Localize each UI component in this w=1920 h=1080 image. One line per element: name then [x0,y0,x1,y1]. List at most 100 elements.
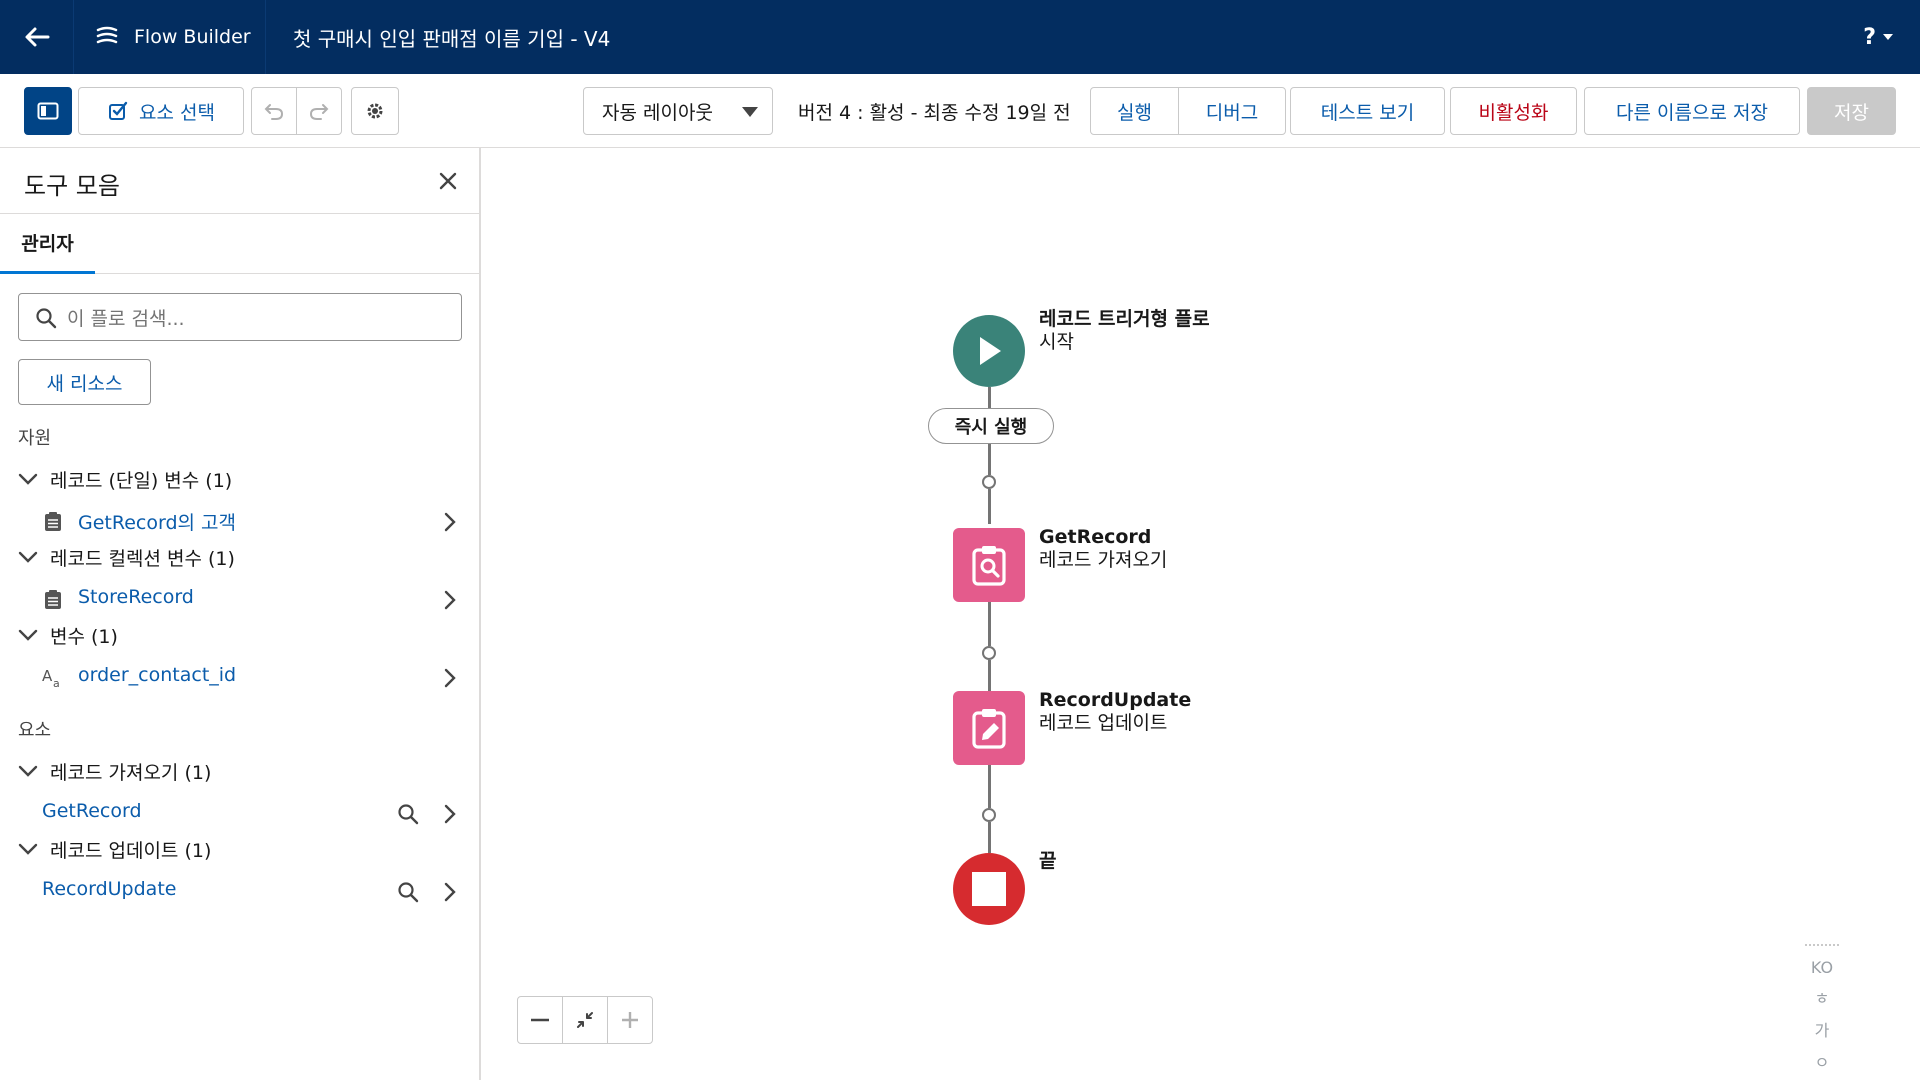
group-get-records[interactable]: 레코드 가져오기 (1) [18,756,211,786]
add-element-connector[interactable] [982,646,996,660]
flow-canvas[interactable]: 레코드 트리거형 플로 시작 즉시 실행 GetRecord 레코드 가져오기 … [483,148,1920,1080]
test-view-button[interactable]: 테스트 보기 [1290,87,1445,135]
search-input[interactable]: 이 플로 검색... [18,293,462,341]
toolbox-title: 도구 모음 [24,172,120,200]
get-record-title: GetRecord [1039,526,1152,548]
contract-icon [577,1012,593,1028]
zoom-out-button[interactable] [517,996,563,1044]
ime-language-widget[interactable]: KO ㅎ 가 ㅇ [1805,944,1839,1080]
svg-text:A: A [42,667,53,685]
version-status: 버전 4 : 활성 - 최종 수정 19일 전 [798,101,1071,124]
toggle-toolbox-button[interactable] [24,87,72,135]
search-icon[interactable] [397,803,419,825]
element-item-label: RecordUpdate [42,878,177,900]
app-brand: Flow Builder [94,0,251,74]
flow-title: 첫 구매시 인입 판매점 이름 기입 - V4 [293,26,611,51]
start-node-title: 레코드 트리거형 플로 [1039,308,1210,330]
caret-down-icon [742,107,758,117]
resources-section-label: 자원 [18,428,52,449]
group-label: 레코드 (단일) 변수 (1) [50,469,233,492]
layout-select[interactable]: 자동 레이아웃 [583,87,773,135]
connector-line [988,489,991,524]
run-button[interactable]: 실행 [1090,87,1179,135]
elements-section-label: 요소 [18,720,52,741]
chevron-down-icon [18,473,38,485]
toolbox-header: 도구 모음 [0,148,479,214]
group-record-single-variable[interactable]: 레코드 (단일) 변수 (1) [18,464,232,494]
chevron-down-icon [18,843,38,855]
chevron-right-icon [444,590,456,610]
group-label: 레코드 업데이트 (1) [50,839,212,862]
get-record-node[interactable] [953,528,1025,602]
record-update-subtitle: 레코드 업데이트 [1039,712,1168,734]
get-record-subtitle: 레코드 가져오기 [1039,549,1168,571]
app-name: Flow Builder [134,26,251,48]
record-update-node[interactable] [953,691,1025,765]
chevron-right-icon [444,804,456,824]
redo-button[interactable] [296,87,342,135]
help-menu-button[interactable]: ? [1863,0,1894,74]
add-element-connector[interactable] [982,808,996,822]
start-node-label: 레코드 트리거형 플로 시작 [1039,308,1210,354]
list-item[interactable]: GetRecord의 고객 [0,502,479,540]
flow-settings-button[interactable] [351,87,399,135]
start-node[interactable] [953,315,1025,387]
list-item[interactable]: StoreRecord [0,580,479,618]
get-records-icon [972,546,1006,586]
end-node[interactable] [953,853,1025,925]
debug-button[interactable]: 디버그 [1178,87,1286,135]
resource-item-label: order_contact_id [78,664,237,686]
caret-down-icon [1883,34,1893,40]
gear-icon [367,103,383,119]
run-immediately-path[interactable]: 즉시 실행 [928,408,1054,444]
record-icon [45,512,61,531]
save-as-button[interactable]: 다른 이름으로 저장 [1584,87,1800,135]
group-record-collection-variable[interactable]: 레코드 컬렉션 변수 (1) [18,542,235,572]
close-icon[interactable] [437,170,459,192]
undo-button[interactable] [251,87,297,135]
toolbox-tabs: 관리자 [0,214,479,274]
deactivate-button[interactable]: 비활성화 [1450,87,1577,135]
flow-icon [96,26,118,44]
group-label: 레코드 컬렉션 변수 (1) [50,547,235,570]
chevron-down-icon [18,765,38,777]
list-item[interactable]: GetRecord [0,794,479,832]
zoom-in-button[interactable] [607,996,653,1044]
save-button[interactable]: 저장 [1807,87,1896,135]
chevron-right-icon [444,882,456,902]
zoom-controls [517,996,653,1044]
tab-manager[interactable]: 관리자 [0,214,95,274]
ime-char: 가 [1814,1021,1830,1040]
back-button[interactable] [0,0,74,74]
select-elements-button[interactable]: 요소 선택 [78,87,244,135]
group-update-records[interactable]: 레코드 업데이트 (1) [18,834,211,864]
new-resource-button[interactable]: 새 리소스 [18,359,151,405]
help-icon: ? [1863,24,1876,50]
fit-to-view-button[interactable] [562,996,608,1044]
chevron-down-icon [18,629,38,641]
connector-line [988,387,991,408]
redo-icon [309,104,329,120]
search-placeholder: 이 플로 검색... [67,307,185,330]
get-record-node-label: GetRecord 레코드 가져오기 [1039,526,1167,572]
group-variable[interactable]: 변수 (1) [18,620,118,650]
header-divider [265,0,266,74]
record-collection-icon [45,590,61,609]
end-node-label: 끝 [1039,850,1056,873]
ime-lang-code: KO [1810,958,1834,977]
list-item[interactable]: A a order_contact_id [0,658,479,696]
connector-line [988,822,991,853]
add-element-connector[interactable] [982,475,996,489]
resource-item-label: GetRecord의 고객 [78,512,236,534]
undo-icon [264,104,284,120]
group-label: 변수 (1) [50,625,118,648]
plus-icon [622,1012,638,1028]
search-icon [36,308,57,329]
select-elements-label: 요소 선택 [139,101,215,124]
list-item[interactable]: RecordUpdate [0,872,479,910]
search-icon[interactable] [397,881,419,903]
chevron-down-icon [18,551,38,563]
chevron-right-icon [444,512,456,532]
panel-toggle-icon [37,102,59,120]
update-records-icon [972,709,1006,749]
